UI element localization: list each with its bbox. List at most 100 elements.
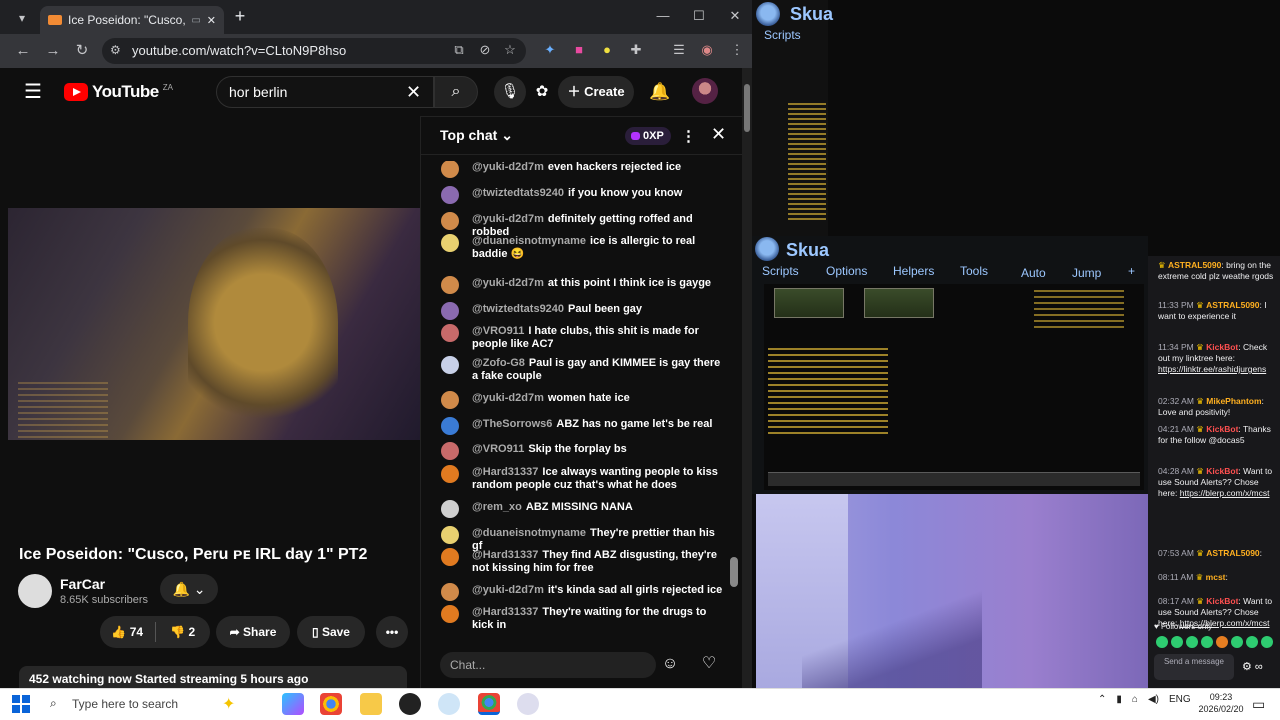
obs-app-icon[interactable] — [399, 693, 421, 715]
site-info-icon[interactable]: ⚙ — [110, 43, 124, 57]
notifications-bell-icon[interactable]: 🔔 — [648, 80, 672, 104]
chat-username[interactable]: KickBot — [1206, 466, 1238, 476]
language-indicator[interactable]: ENG — [1169, 694, 1191, 705]
notification-icon[interactable]: ▭ — [1252, 696, 1265, 713]
profile-icon[interactable]: ◉ — [698, 41, 716, 59]
channel-name[interactable]: FarCar — [60, 576, 105, 592]
chat-scrollbar[interactable] — [730, 557, 738, 587]
avatar[interactable] — [441, 276, 459, 294]
avatar[interactable] — [441, 356, 459, 374]
search-button[interactable]: ⌕ — [434, 76, 478, 108]
emote-icon[interactable] — [1261, 636, 1273, 648]
skua-menu-add[interactable]: + — [1128, 264, 1135, 278]
chat-username[interactable]: ASTRAL5090 — [1206, 300, 1259, 310]
avatar[interactable] — [441, 526, 459, 544]
install-app-icon[interactable]: ⧉ — [450, 41, 468, 59]
minimize-button[interactable]: — — [648, 6, 678, 26]
bookmark-star-icon[interactable]: ☆ — [501, 41, 519, 59]
avatar[interactable] — [441, 302, 459, 320]
avatar[interactable] — [441, 161, 459, 178]
video-player[interactable] — [8, 208, 420, 440]
avatar[interactable] — [441, 212, 459, 230]
microphone-icon[interactable]: ▮ — [1116, 694, 1122, 705]
emote-icon[interactable] — [1186, 636, 1198, 648]
avatar[interactable] — [441, 417, 459, 435]
emote-icon[interactable] — [1171, 636, 1183, 648]
skua-app-icon[interactable] — [438, 693, 460, 715]
create-button[interactable]: ＋ Create — [558, 76, 634, 108]
chat-username[interactable]: @twiztedtats9240 — [472, 187, 564, 199]
skua-menu-scripts[interactable]: Scripts — [762, 264, 799, 278]
chat-username[interactable]: @VRO911 — [472, 443, 524, 455]
chat-mode-selector[interactable]: Top chat ⌄ — [440, 127, 513, 144]
skua-menu-helpers[interactable]: Helpers — [893, 264, 934, 278]
action-bar[interactable] — [768, 472, 1140, 486]
send-message-input[interactable]: Send a message — [1154, 654, 1234, 680]
forward-button[interactable]: → — [42, 40, 64, 62]
chevron-up-icon[interactable]: ⌃ — [1098, 694, 1106, 705]
eye-off-icon[interactable]: ⊘ — [476, 41, 494, 59]
avatar[interactable] — [441, 324, 459, 342]
chat-username[interactable]: @yuki-d2d7m — [472, 392, 544, 404]
avatar[interactable] — [441, 186, 459, 204]
emote-icon[interactable] — [1216, 636, 1228, 648]
avatar[interactable] — [441, 234, 459, 252]
share-button[interactable]: ➦ Share — [216, 616, 290, 648]
back-button[interactable]: ← — [12, 40, 34, 62]
extension-icon[interactable]: ● — [598, 41, 616, 59]
skua-app-icon[interactable] — [517, 693, 539, 715]
chat-username[interactable]: @Zofo-G8 — [472, 357, 525, 369]
more-actions-button[interactable]: ••• — [376, 616, 408, 648]
new-tab-button[interactable]: + — [230, 6, 250, 26]
page-scrollbar[interactable] — [744, 84, 750, 132]
dislike-button[interactable]: 👎 2 — [156, 625, 211, 639]
chat-username[interactable]: @yuki-d2d7m — [472, 161, 544, 173]
chat-username[interactable]: @Hard31337 — [472, 549, 538, 561]
avatar[interactable] — [441, 442, 459, 460]
chrome-app-icon[interactable] — [320, 693, 342, 715]
close-window-button[interactable]: ✕ — [720, 6, 750, 26]
chat-username[interactable]: @duaneisnotmyname — [472, 235, 586, 247]
maximize-button[interactable]: ☐ — [684, 6, 714, 26]
chat-username[interactable]: KickBot — [1206, 596, 1238, 606]
avatar[interactable] — [441, 605, 459, 623]
chat-more-icon[interactable]: ⋮ — [681, 127, 696, 145]
emote-icon[interactable] — [1156, 636, 1168, 648]
chat-username[interactable]: MikePhantom — [1206, 396, 1261, 406]
chat-link[interactable]: https://blerp.com/x/mcst — [1180, 488, 1270, 498]
browser-tab[interactable]: Ice Poseidon: "Cusco, Peru ▭ ✕ — [40, 6, 224, 34]
reading-list-icon[interactable]: ☰ — [670, 41, 688, 59]
extension-icon[interactable]: ■ — [570, 41, 588, 59]
chat-username[interactable]: @yuki-d2d7m — [472, 277, 544, 289]
file-explorer-icon[interactable] — [360, 693, 382, 715]
chat-username[interactable]: @VRO911 — [472, 325, 524, 337]
chat-username[interactable]: ASTRAL5090 — [1168, 260, 1221, 270]
extensions-puzzle-icon[interactable]: ✚ — [627, 41, 645, 59]
copilot-app-icon[interactable] — [282, 693, 304, 715]
like-button[interactable]: 👍 74 — [100, 625, 155, 639]
chat-link[interactable]: https://linktr.ee/rashidjurgens — [1158, 364, 1266, 374]
emoji-icon[interactable]: ☺ — [658, 652, 682, 676]
volume-icon[interactable]: ◀) — [1148, 694, 1159, 705]
reload-button[interactable]: ↻ — [71, 40, 93, 62]
chat-username[interactable]: mcst — [1206, 572, 1226, 582]
chrome-app-icon[interactable] — [478, 693, 500, 715]
chat-username[interactable]: KickBot — [1206, 342, 1238, 352]
heart-icon[interactable]: ♡ — [697, 652, 721, 676]
chat-username[interactable]: KickBot — [1206, 424, 1238, 434]
network-icon[interactable]: ⌂ — [1132, 694, 1138, 705]
menu-icon[interactable]: ☰ — [24, 80, 48, 104]
page-scrollbar-track[interactable] — [742, 68, 752, 688]
windows-start-icon[interactable] — [12, 695, 30, 713]
chevron-down-icon[interactable]: ▾ — [10, 8, 34, 28]
gem-icon[interactable]: ✿ — [530, 80, 554, 104]
chat-input[interactable]: Chat... — [440, 652, 656, 678]
youtube-logo[interactable]: YouTube ZA — [64, 82, 173, 102]
avatar[interactable] — [441, 465, 459, 483]
chat-username[interactable]: @TheSorrows6 — [472, 418, 552, 430]
chat-username[interactable]: ASTRAL5090 — [1206, 548, 1259, 558]
avatar[interactable] — [441, 391, 459, 409]
chat-username[interactable]: @yuki-d2d7m — [472, 213, 544, 225]
chat-username[interactable]: @Hard31337 — [472, 606, 538, 618]
avatar[interactable] — [441, 583, 459, 601]
